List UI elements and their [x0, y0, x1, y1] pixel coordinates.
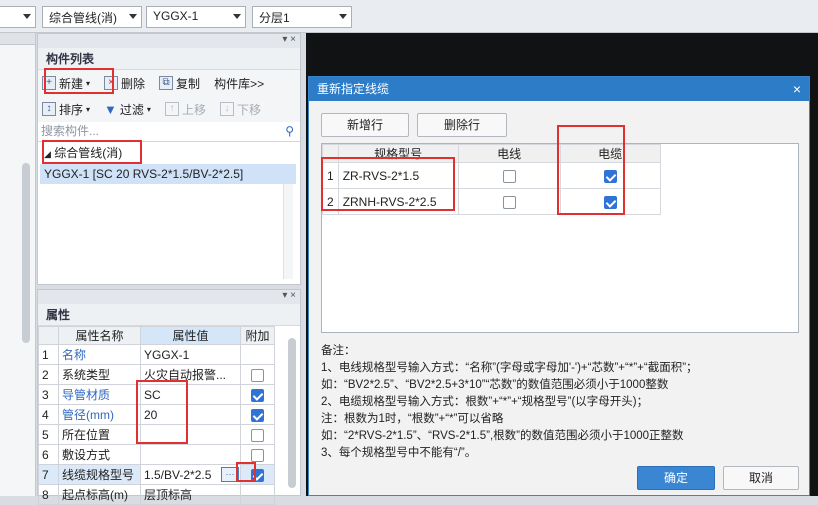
component-list-title: 构件列表	[38, 48, 300, 70]
dialog-titlebar: 重新指定线缆 ×	[309, 77, 809, 101]
header-extra: 附加	[240, 326, 275, 345]
move-down-button[interactable]: ↓ 下移	[219, 101, 261, 118]
filter-button[interactable]: ▼ 过滤 ▾	[104, 101, 151, 118]
checkbox-checked[interactable]	[251, 408, 264, 422]
header-cable: 电缆	[559, 144, 661, 163]
properties-table: 属性名称 属性值 附加 1 名称 YGGX-1 2 系统类型 火灾自动报警...…	[38, 326, 300, 505]
prop-value[interactable]: SC	[140, 384, 241, 405]
table-row: 8 起点标高(m) 层顶标高	[38, 484, 300, 505]
top-toolbar: 综合管线(消) YGGX-1 分层1	[0, 0, 818, 33]
checkbox[interactable]	[251, 368, 264, 382]
sort-button[interactable]: ↕ 排序 ▾	[42, 101, 90, 118]
table-row: 3 导管材质 SC	[38, 384, 300, 405]
left-side-panel	[0, 33, 36, 496]
tree-item-parent[interactable]: ◢ 综合管线(消)	[38, 142, 300, 164]
checkbox[interactable]	[251, 448, 264, 462]
library-button[interactable]: 构件库>>	[214, 75, 264, 92]
properties-title: 属性	[38, 304, 300, 326]
search-icon: ⚲	[285, 124, 294, 138]
prop-value[interactable]: YGGX-1	[140, 344, 241, 365]
table-row: 2 ZRNH-RVS-2*2.5	[322, 188, 661, 215]
list-scrollbar[interactable]	[283, 184, 293, 279]
checkbox[interactable]	[251, 428, 264, 442]
select-layer-label: 分层1	[259, 11, 290, 25]
checkbox-checked[interactable]	[251, 468, 264, 482]
prop-value[interactable]	[140, 444, 241, 465]
prop-value[interactable]: 火灾自动报警...	[140, 364, 241, 385]
new-button[interactable]: + 新建 ▾	[42, 75, 90, 92]
header-spec: 规格型号	[337, 144, 459, 163]
cable-checkbox-checked[interactable]	[603, 195, 617, 209]
prop-value[interactable]: 层顶标高	[140, 484, 241, 505]
component-toolbar-row1: + 新建 ▾ × 删除 ⧉ 复制 构件库>>	[38, 70, 300, 96]
select-pipe-type-label: 综合管线(消)	[49, 11, 117, 25]
component-toolbar-row2: ↕ 排序 ▾ ▼ 过滤 ▾ ↑ 上移 ↓ 下移	[38, 96, 300, 122]
cable-checkbox-checked[interactable]	[603, 169, 617, 183]
prop-value[interactable]	[140, 424, 241, 445]
new-icon: +	[42, 76, 56, 90]
component-search-input[interactable]: 搜索构件... ⚲	[38, 122, 300, 142]
chevron-down-icon	[339, 14, 347, 19]
panel-pin-close[interactable]: ▾ ×	[38, 34, 300, 48]
left-panel-header	[0, 33, 35, 45]
spec-cell[interactable]: ZR-RVS-2*1.5	[337, 162, 459, 189]
reassign-cable-dialog: 重新指定线缆 × 新增行 删除行 规格型号 电线 电缆 1 ZR-RVS-2*1…	[308, 76, 810, 496]
properties-panel: ▾ × 属性 属性名称 属性值 附加 1 名称 YGGX-1 2 系统类型 火灾…	[37, 289, 301, 505]
sort-icon: ↕	[42, 102, 56, 116]
checkbox-checked[interactable]	[251, 388, 264, 402]
table-row: 4 管径(mm) 20	[38, 404, 300, 425]
select-layer[interactable]: 分层1	[252, 6, 352, 28]
chevron-down-icon	[233, 14, 241, 19]
prop-value[interactable]: 20	[140, 404, 241, 425]
spec-cell[interactable]: ZRNH-RVS-2*2.5	[337, 188, 459, 215]
table-row: 6 敷设方式	[38, 444, 300, 465]
move-up-button[interactable]: ↑ 上移	[164, 101, 206, 118]
collapse-triangle-icon: ◢	[44, 149, 51, 159]
props-pin-close[interactable]: ▾ ×	[38, 290, 300, 304]
more-button[interactable]: ···	[221, 467, 239, 482]
select-1[interactable]	[0, 6, 36, 28]
filter-icon: ▼	[104, 101, 117, 117]
copy-icon: ⧉	[159, 76, 174, 90]
header-name: 属性名称	[58, 326, 141, 345]
select-component[interactable]: YGGX-1	[146, 6, 246, 28]
cancel-button[interactable]: 取消	[723, 466, 799, 490]
copy-button[interactable]: ⧉ 复制	[159, 75, 200, 92]
cable-table: 规格型号 电线 电缆 1 ZR-RVS-2*1.5 2 ZRNH-RVS-2*2…	[322, 144, 661, 215]
add-row-button[interactable]: 新增行	[321, 113, 409, 137]
delete-button[interactable]: × 删除	[104, 75, 145, 92]
left-scrollbar[interactable]	[22, 163, 30, 343]
chevron-down-icon: ▾	[86, 104, 91, 114]
delete-row-button[interactable]: 删除行	[417, 113, 507, 137]
ok-button[interactable]: 确定	[637, 466, 715, 490]
table-row: 1 名称 YGGX-1	[38, 344, 300, 365]
wire-checkbox[interactable]	[502, 195, 516, 209]
arrow-up-icon: ↑	[164, 102, 179, 116]
table-row: 5 所在位置	[38, 424, 300, 445]
table-row: 1 ZR-RVS-2*1.5	[322, 162, 661, 189]
table-row: 7 线缆规格型号 1.5/BV-2*2.5 ···	[38, 464, 300, 485]
select-pipe-type[interactable]: 综合管线(消)	[42, 6, 142, 28]
close-icon[interactable]: ×	[793, 77, 801, 101]
props-scrollbar[interactable]	[288, 338, 296, 488]
chevron-down-icon: ▾	[86, 78, 91, 88]
select-component-label: YGGX-1	[153, 9, 199, 23]
header-wire: 电线	[457, 144, 561, 163]
chevron-down-icon: ▾	[146, 104, 151, 114]
prop-value-editing[interactable]: 1.5/BV-2*2.5 ···	[140, 464, 241, 485]
table-row: 2 系统类型 火灾自动报警...	[38, 364, 300, 385]
dialog-title: 重新指定线缆	[317, 82, 390, 96]
arrow-down-icon: ↓	[219, 102, 234, 116]
cable-grid: 规格型号 电线 电缆 1 ZR-RVS-2*1.5 2 ZRNH-RVS-2*2…	[321, 143, 799, 333]
dialog-notes: 备注： 1、电线规格型号输入方式：“名称”(字母或字母加'-')+“芯数”+“*…	[321, 345, 698, 459]
chevron-down-icon	[129, 14, 137, 19]
header-value: 属性值	[140, 326, 241, 345]
chevron-down-icon	[23, 14, 31, 19]
delete-icon: ×	[104, 76, 119, 90]
wire-checkbox[interactable]	[502, 169, 516, 183]
component-list-panel: ▾ × 构件列表 + 新建 ▾ × 删除 ⧉ 复制 构件库>> ↕ 排序 ▾ ▼ 过滤 ▾ ↑ 上…	[37, 33, 301, 285]
tree-item-yggx-1[interactable]: YGGX-1 [SC 20 RVS-2*1.5/BV-2*2.5]	[40, 164, 296, 184]
